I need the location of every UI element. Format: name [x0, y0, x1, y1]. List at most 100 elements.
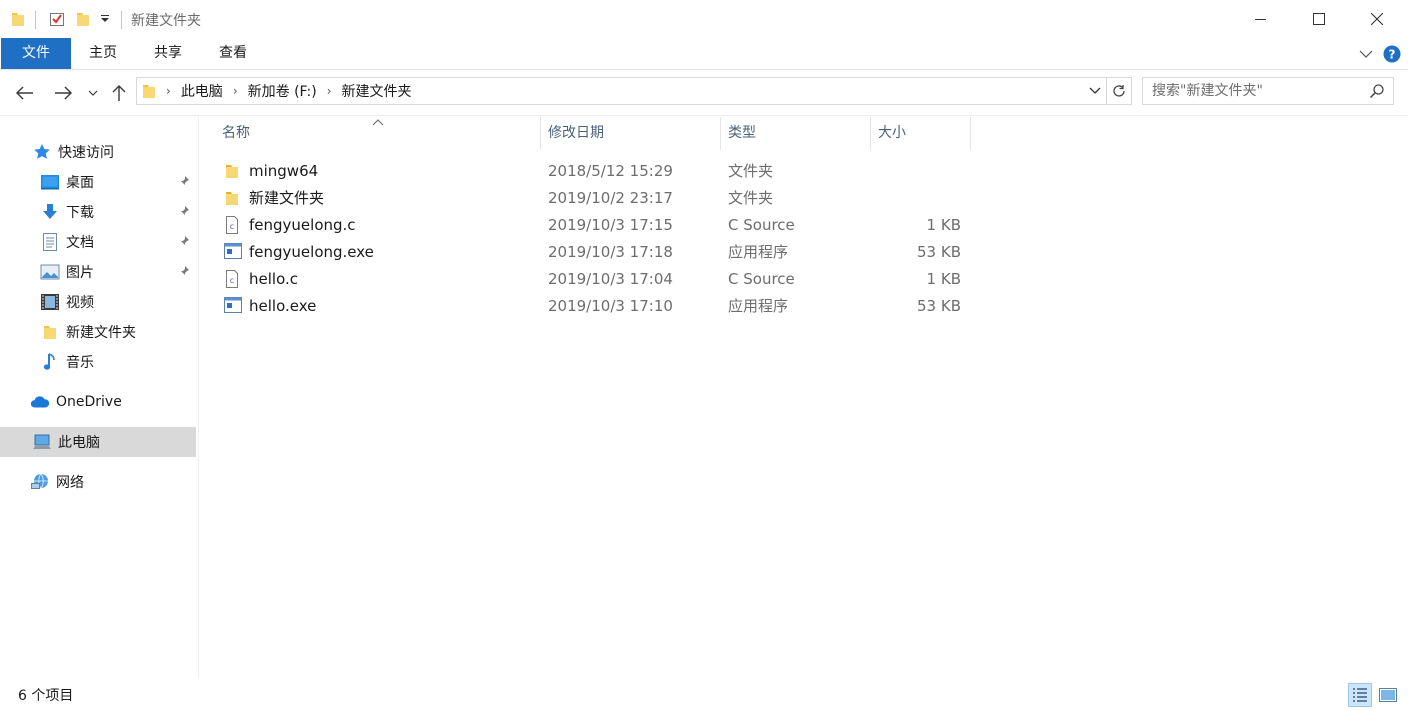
expand-ribbon-icon[interactable] [1356, 42, 1376, 66]
sidebar-item-onedrive[interactable]: OneDrive [0, 387, 196, 417]
sidebar-item-videos[interactable]: 视频 [0, 287, 196, 317]
sidebar-item-quick-access[interactable]: 快速访问 [0, 137, 196, 167]
file-name[interactable]: 新建文件夹 [249, 185, 324, 212]
sidebar-item-label: 网络 [56, 475, 84, 491]
sidebar-item-label: 快速访问 [58, 145, 114, 161]
network-icon [30, 472, 50, 492]
status-item-count: 6 个项目 [18, 688, 74, 704]
breadcrumb-folder[interactable]: 新建文件夹 [342, 81, 412, 101]
application-icon [224, 297, 242, 317]
back-arrow-icon[interactable] [12, 79, 38, 107]
minimize-button[interactable] [1232, 0, 1290, 38]
breadcrumb-this-pc[interactable]: 此电脑 [181, 81, 223, 101]
sidebar-item-this-pc[interactable]: 此电脑 [0, 427, 196, 457]
new-folder-icon[interactable] [74, 8, 92, 30]
folder-icon [224, 189, 240, 211]
up-arrow-icon[interactable] [108, 79, 130, 107]
file-row[interactable]: hello.exe 2019/10/3 17:10 应用程序 53 KB [216, 293, 971, 320]
folder-icon [142, 83, 156, 99]
customize-quick-access-icon[interactable] [98, 8, 112, 30]
file-name[interactable]: hello.c [249, 266, 298, 293]
sidebar-item-new-folder[interactable]: 新建文件夹 [0, 317, 196, 347]
search-icon[interactable] [1369, 83, 1385, 103]
file-row[interactable]: 新建文件夹 2019/10/2 23:17 文件夹 [216, 185, 971, 212]
file-name[interactable]: mingw64 [249, 158, 318, 185]
svg-text:c: c [230, 276, 234, 285]
file-date: 2019/10/2 23:17 [548, 189, 673, 207]
tab-file[interactable]: 文件 [1, 38, 71, 69]
separator [35, 11, 36, 29]
column-header-size[interactable]: 大小 [871, 117, 970, 149]
column-header-type[interactable]: 类型 [721, 117, 870, 149]
file-type: 文件夹 [728, 189, 774, 207]
file-name[interactable]: hello.exe [249, 293, 316, 320]
address-bar[interactable]: › 此电脑 › 新加卷 (F:) › 新建文件夹 [136, 77, 1107, 105]
file-type: 文件夹 [728, 162, 774, 180]
sidebar-item-label: 下载 [66, 205, 94, 221]
breadcrumb-drive[interactable]: 新加卷 (F:) [248, 81, 317, 101]
chevron-right-icon[interactable]: › [327, 84, 332, 98]
sidebar-item-label: 视频 [66, 295, 94, 311]
desktop-icon [40, 172, 60, 192]
sidebar-item-documents[interactable]: 文档 [0, 227, 196, 257]
folder-icon [10, 8, 26, 30]
file-row[interactable]: mingw64 2018/5/12 15:29 文件夹 [216, 158, 971, 185]
sidebar-item-label: 音乐 [66, 355, 94, 371]
file-size: 53 KB [917, 243, 961, 261]
download-icon [40, 202, 60, 222]
file-date: 2019/10/3 17:15 [548, 216, 673, 234]
pin-icon[interactable] [178, 175, 190, 191]
file-name[interactable]: fengyuelong.c [249, 212, 356, 239]
tab-home[interactable]: 主页 [78, 38, 128, 69]
star-icon [32, 142, 52, 162]
chevron-right-icon[interactable]: › [166, 84, 171, 98]
file-type: 应用程序 [728, 243, 789, 261]
sidebar-item-music[interactable]: 音乐 [0, 347, 196, 377]
chevron-right-icon[interactable]: › [233, 84, 238, 98]
details-view-icon[interactable] [1348, 683, 1372, 707]
sidebar-item-label: 桌面 [66, 175, 94, 191]
column-header-name[interactable]: 名称 [215, 117, 540, 149]
folder-icon [224, 162, 240, 184]
sidebar-item-pictures[interactable]: 图片 [0, 257, 196, 287]
sidebar-item-network[interactable]: 网络 [0, 467, 196, 497]
file-date: 2019/10/3 17:18 [548, 243, 673, 261]
column-header-date[interactable]: 修改日期 [541, 117, 720, 149]
sidebar-item-downloads[interactable]: 下载 [0, 197, 196, 227]
large-icons-view-icon[interactable] [1376, 683, 1400, 707]
cloud-icon [30, 392, 50, 412]
file-row[interactable]: c hello.c 2019/10/3 17:04 C Source 1 KB [216, 266, 971, 293]
help-icon[interactable]: ? [1382, 42, 1402, 66]
file-type: C Source [728, 216, 795, 234]
title-bar: 新建文件夹 [0, 0, 1408, 38]
file-row[interactable]: fengyuelong.exe 2019/10/3 17:18 应用程序 53 … [216, 239, 971, 266]
sidebar-item-label: 图片 [66, 265, 94, 281]
file-type: C Source [728, 270, 795, 288]
file-name[interactable]: fengyuelong.exe [249, 239, 374, 266]
svg-text:c: c [230, 222, 234, 231]
c-source-file-icon: c [224, 216, 240, 238]
file-size: 1 KB [926, 270, 961, 288]
chevron-down-icon[interactable] [1084, 78, 1106, 104]
file-row[interactable]: c fengyuelong.c 2019/10/3 17:15 C Source… [216, 212, 971, 239]
ribbon: 文件 主页 共享 查看 ? [0, 38, 1408, 70]
pin-icon[interactable] [178, 265, 190, 281]
recent-locations-icon[interactable] [85, 79, 101, 107]
tab-share[interactable]: 共享 [143, 38, 193, 69]
maximize-button[interactable] [1290, 0, 1348, 38]
search-box[interactable] [1142, 77, 1394, 105]
folder-icon [40, 322, 60, 342]
forward-arrow-icon[interactable] [50, 79, 76, 107]
refresh-icon[interactable] [1107, 77, 1132, 105]
close-button[interactable] [1348, 0, 1406, 38]
file-size: 53 KB [917, 297, 961, 315]
navigation-pane: 快速访问 桌面 下载 文档 图片 视频 新建文件夹 音乐 OneDrive 此电… [0, 117, 199, 679]
pin-icon[interactable] [178, 205, 190, 221]
properties-icon[interactable] [47, 8, 67, 30]
file-date: 2019/10/3 17:04 [548, 270, 673, 288]
tab-view[interactable]: 查看 [208, 38, 258, 69]
column-divider[interactable] [970, 117, 971, 150]
pin-icon[interactable] [178, 235, 190, 251]
sidebar-item-desktop[interactable]: 桌面 [0, 167, 196, 197]
search-input[interactable] [1152, 78, 1362, 104]
